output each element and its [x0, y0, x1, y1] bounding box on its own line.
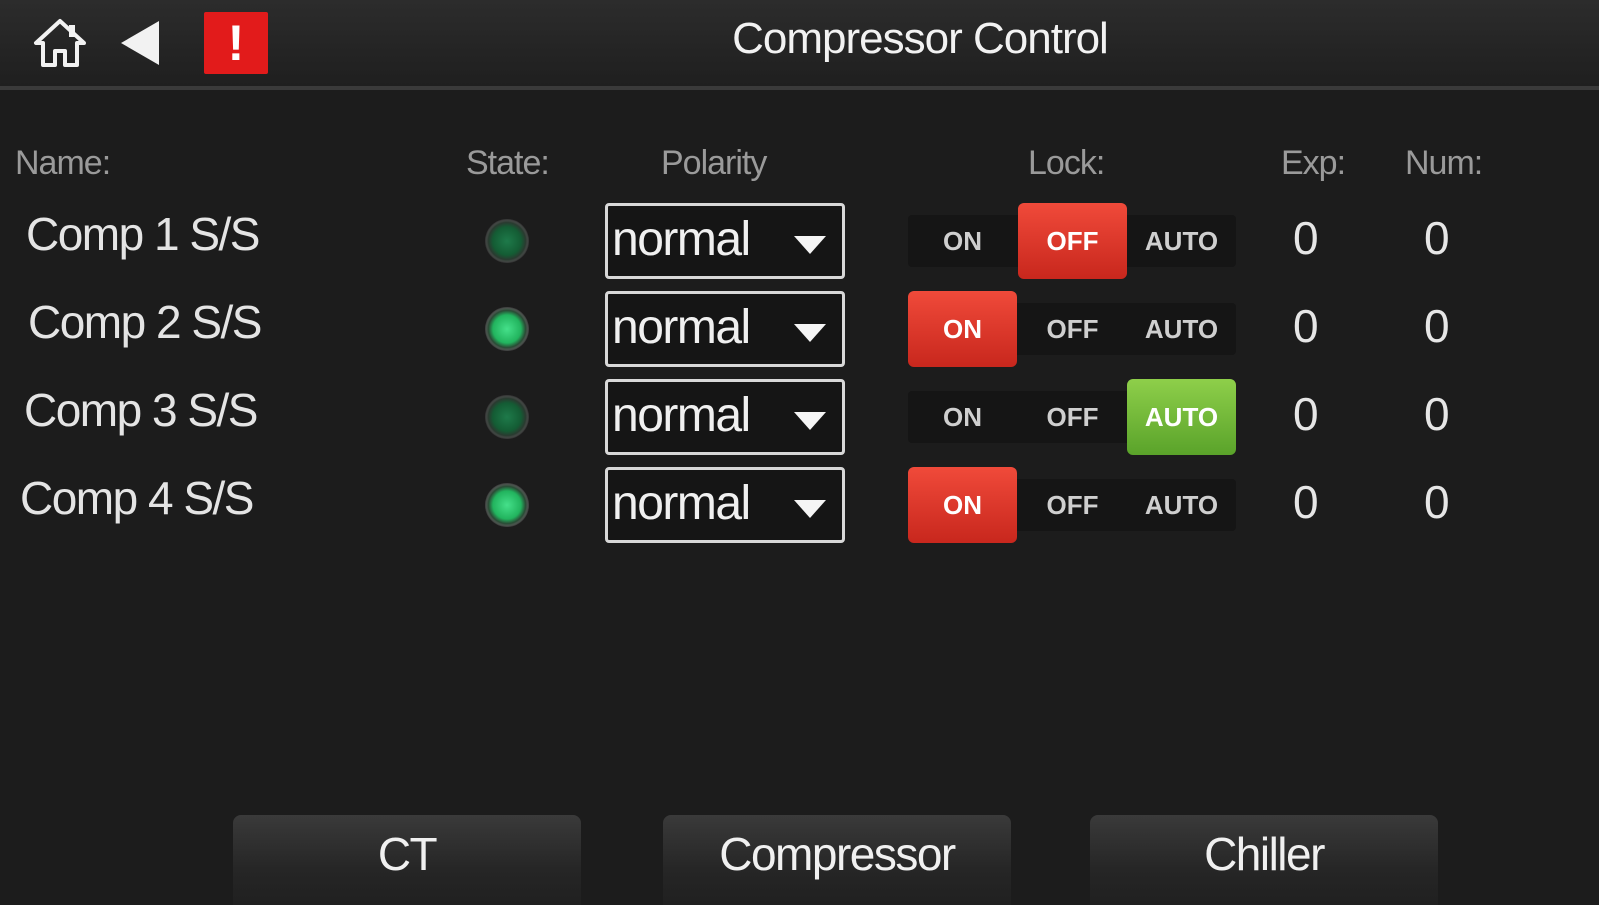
lock-auto-button[interactable]: AUTO [1127, 479, 1236, 531]
lock-selector: ON OFF AUTO [908, 291, 1236, 367]
compressor-name: Comp 1 S/S [26, 208, 261, 260]
nav-ct-button[interactable]: CT [233, 815, 581, 905]
table-row: Comp 3 S/S normal ON OFF AUTO 0 0 [0, 379, 1599, 459]
lock-selector: ON OFF AUTO [908, 379, 1236, 455]
polarity-dropdown[interactable]: normal [605, 203, 845, 279]
exp-value: 0 [1293, 476, 1319, 528]
lock-off-button[interactable]: OFF [1018, 479, 1127, 531]
lock-on-button[interactable]: ON [908, 391, 1017, 443]
table-row: Comp 4 S/S normal ON OFF AUTO 0 0 [0, 467, 1599, 547]
column-header-num: Num: [1405, 144, 1483, 182]
chevron-down-icon [794, 236, 826, 254]
lock-off-button[interactable]: OFF [1018, 391, 1127, 443]
table-row: Comp 1 S/S normal ON OFF AUTO 0 0 [0, 203, 1599, 283]
lock-auto-button[interactable]: AUTO [1127, 379, 1236, 455]
num-value: 0 [1424, 388, 1450, 440]
polarity-dropdown[interactable]: normal [605, 467, 845, 543]
nav-chiller-button[interactable]: Chiller [1090, 815, 1438, 905]
lock-off-button[interactable]: OFF [1018, 303, 1127, 355]
exp-value: 0 [1293, 388, 1319, 440]
column-header-polarity: Polarity [661, 144, 767, 182]
state-indicator [485, 395, 529, 439]
nav-compressor-button[interactable]: Compressor [663, 815, 1011, 905]
state-indicator [485, 307, 529, 351]
polarity-value: normal [612, 213, 751, 266]
compressor-name: Comp 3 S/S [24, 384, 259, 436]
compressor-name: Comp 2 S/S [28, 296, 263, 348]
column-header-exp: Exp: [1281, 144, 1346, 182]
polarity-value: normal [612, 389, 751, 442]
polarity-dropdown[interactable]: normal [605, 379, 845, 455]
chevron-down-icon [794, 324, 826, 342]
lock-auto-button[interactable]: AUTO [1127, 215, 1236, 267]
column-header-lock: Lock: [1028, 144, 1105, 182]
alarm-glyph: ! [227, 15, 245, 71]
compressor-name: Comp 4 S/S [20, 472, 255, 524]
lock-selector: ON OFF AUTO [908, 467, 1236, 543]
state-indicator [485, 219, 529, 263]
lock-on-button[interactable]: ON [908, 291, 1017, 367]
lock-on-button[interactable]: ON [908, 467, 1017, 543]
column-header-state: State: [466, 144, 550, 182]
polarity-value: normal [612, 301, 751, 354]
chevron-down-icon [794, 412, 826, 430]
home-icon[interactable] [28, 12, 92, 74]
num-value: 0 [1424, 212, 1450, 264]
back-icon[interactable] [112, 12, 168, 74]
chevron-down-icon [794, 500, 826, 518]
column-header-name: Name: [15, 144, 111, 182]
polarity-dropdown[interactable]: normal [605, 291, 845, 367]
exp-value: 0 [1293, 300, 1319, 352]
num-value: 0 [1424, 300, 1450, 352]
title-bar: ! Compressor Control [0, 0, 1599, 90]
num-value: 0 [1424, 476, 1450, 528]
lock-on-button[interactable]: ON [908, 215, 1017, 267]
polarity-value: normal [612, 477, 751, 530]
state-indicator [485, 483, 529, 527]
exp-value: 0 [1293, 212, 1319, 264]
page-title: Compressor Control [732, 14, 1109, 63]
table-row: Comp 2 S/S normal ON OFF AUTO 0 0 [0, 291, 1599, 371]
lock-auto-button[interactable]: AUTO [1127, 303, 1236, 355]
alarm-icon[interactable]: ! [204, 12, 268, 74]
lock-off-button[interactable]: OFF [1018, 203, 1127, 279]
lock-selector: ON OFF AUTO [908, 203, 1236, 279]
